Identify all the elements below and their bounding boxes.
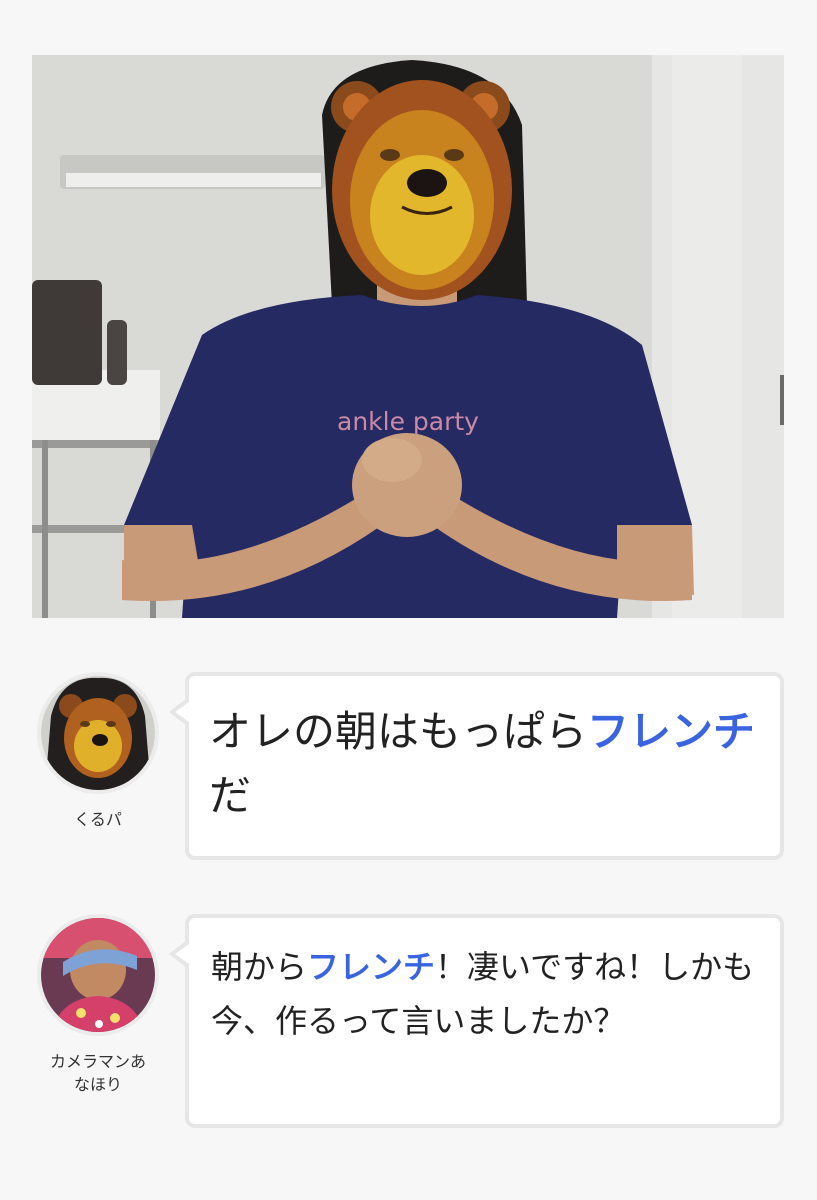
- message-text-part: 朝から: [211, 948, 308, 986]
- message-text: オレの朝はもっぱらフレンチだ: [209, 700, 760, 828]
- photo-illustration: ankle party: [32, 55, 784, 618]
- speaker-block: カメラマンあ なほり: [32, 914, 164, 1096]
- speech-bubble: 朝からフレンチ！凄いですね！しかも今、作るって言いましたか？: [169, 914, 784, 1128]
- speaker-name: カメラマンあ なほり: [49, 1052, 146, 1095]
- speech-bubble: オレの朝はもっぱらフレンチだ: [169, 672, 784, 860]
- message-highlight: フレンチ: [307, 948, 436, 986]
- message-highlight: フレンチ: [587, 707, 756, 756]
- message-text: 朝からフレンチ！凄いですね！しかも今、作るって言いましたか？: [211, 940, 758, 1048]
- shirt-print-text: ankle party: [337, 407, 479, 436]
- speaker-block: くるパ: [32, 672, 164, 831]
- bear-mask-avatar-icon: [37, 672, 159, 794]
- article-photo: ankle party: [32, 55, 784, 618]
- message-text-part: オレの朝はもっぱら: [209, 707, 588, 756]
- message-text-part: だ: [209, 771, 252, 820]
- cameraman-avatar-icon: [37, 914, 159, 1036]
- speaker-name: くるパ: [74, 810, 122, 829]
